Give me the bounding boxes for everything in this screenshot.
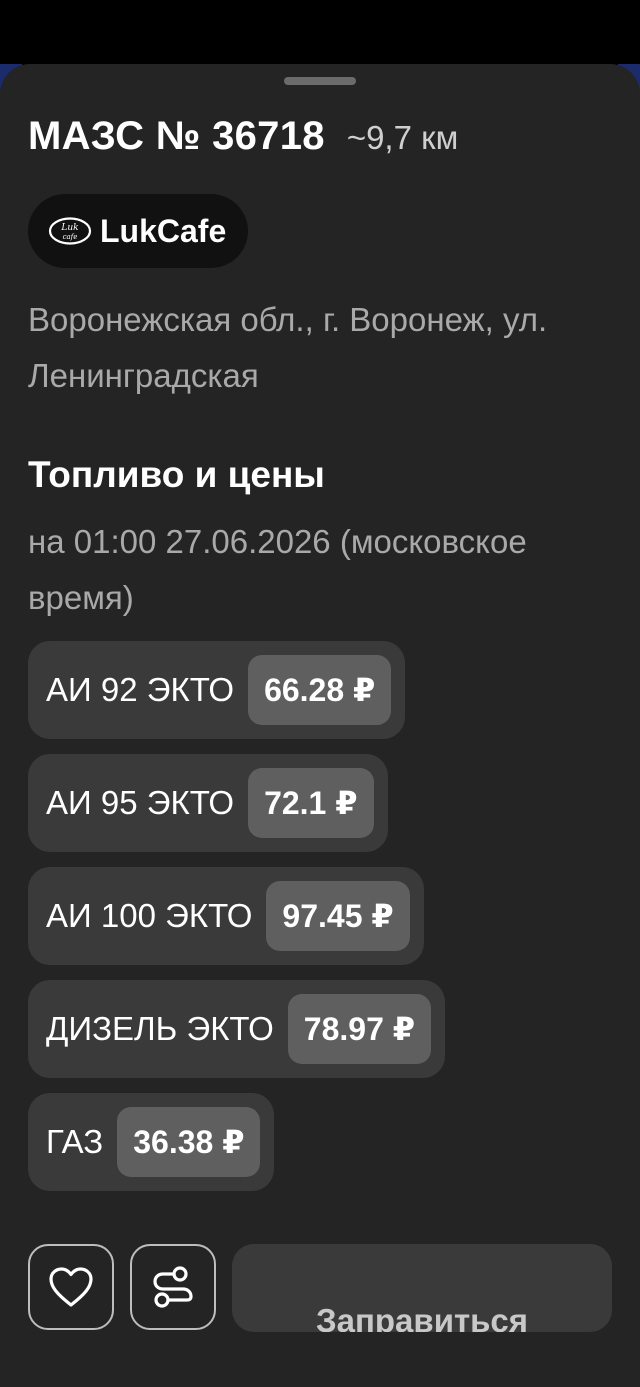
fuel-name: АИ 95 ЭКТО <box>46 784 235 821</box>
badge-label: LukCafe <box>100 212 227 249</box>
heart-icon <box>49 1267 93 1307</box>
refuel-button-label: Заправиться <box>315 1302 529 1332</box>
fuel-item-ai95[interactable]: АИ 95 ЭКТО 72.1 ₽ <box>28 754 388 852</box>
fuel-item-ai92[interactable]: АИ 92 ЭКТО 66.28 ₽ <box>28 641 406 739</box>
fuel-name: ДИЗЕЛЬ ЭКТО <box>46 1010 274 1047</box>
lukcafe-logo-icon: Luk cafe <box>48 217 92 245</box>
fuel-item-ai100[interactable]: АИ 100 ЭКТО 97.45 ₽ <box>28 867 424 965</box>
status-bar-area <box>0 0 640 64</box>
fuel-section-title: Топливо и цены <box>28 454 325 495</box>
station-header: МАЗС № 36718 ~9,7 км <box>28 114 458 159</box>
fuel-price: 36.38 ₽ <box>117 1107 261 1177</box>
sheet-drag-handle[interactable] <box>284 77 356 85</box>
action-bar: Заправиться <box>28 1244 612 1332</box>
fuel-price: 78.97 ₽ <box>287 994 432 1064</box>
favorite-button[interactable] <box>28 1244 114 1330</box>
fuel-name: ГАЗ <box>46 1123 104 1160</box>
fuel-item-diesel[interactable]: ДИЗЕЛЬ ЭКТО 78.97 ₽ <box>28 980 446 1078</box>
fuel-item-gas[interactable]: ГАЗ 36.38 ₽ <box>28 1093 275 1191</box>
fuel-price: 66.28 ₽ <box>248 655 392 725</box>
station-distance: ~9,7 км <box>346 119 459 156</box>
station-address: Воронежская обл., г. Воронеж, ул. Ленинг… <box>28 301 548 394</box>
fuel-name: АИ 92 ЭКТО <box>46 671 235 708</box>
price-date: на 01:00 27.06.2026 (московское время) <box>28 523 527 616</box>
fuel-price: 72.1 ₽ <box>248 768 374 838</box>
fuel-price: 97.45 ₽ <box>266 881 410 951</box>
route-button[interactable] <box>130 1244 216 1330</box>
route-icon <box>153 1266 193 1308</box>
fuel-name: АИ 100 ЭКТО <box>46 897 253 934</box>
svg-text:cafe: cafe <box>63 233 78 241</box>
station-bottom-sheet: МАЗС № 36718 ~9,7 км Luk cafe LukCafe Во… <box>0 64 640 1387</box>
svg-text:Luk: Luk <box>60 223 78 233</box>
refuel-button[interactable]: Заправиться <box>232 1244 612 1332</box>
lukcafe-badge[interactable]: Luk cafe LukCafe <box>28 194 249 268</box>
station-name: МАЗС № 36718 <box>28 114 325 158</box>
fuel-price-list: АИ 92 ЭКТО 66.28 ₽ АИ 95 ЭКТО 72.1 ₽ АИ … <box>28 641 446 1206</box>
